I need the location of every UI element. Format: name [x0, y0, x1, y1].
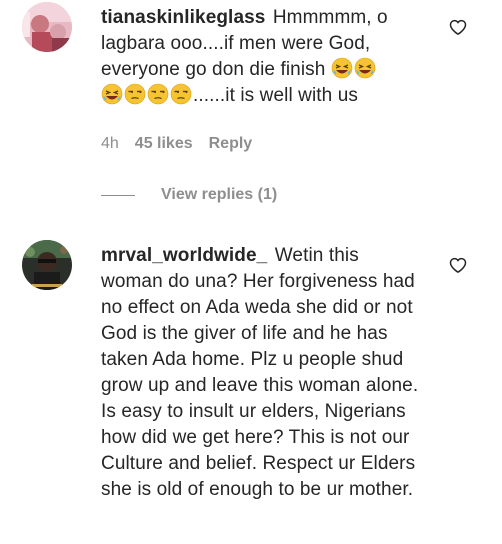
comment-meta: 4h 45 likes Reply — [101, 135, 252, 153]
comment-body: mrval_worldwide_ Wetin this woman do una… — [101, 243, 423, 503]
profile-photo-icon — [22, 240, 72, 290]
heart-outline-icon[interactable] — [448, 255, 468, 275]
emoji-unamused-face-icon — [170, 83, 193, 106]
comment-body: tianaskinlikeglass Hmmmmm, o lagbara ooo… — [101, 5, 431, 109]
heart-outline-icon[interactable] — [448, 17, 468, 37]
avatar[interactable] — [22, 240, 72, 290]
emoji-grinning-squinting-sweat-icon — [331, 57, 354, 80]
view-replies-button[interactable]: View replies (1) — [101, 186, 277, 204]
emoji-unamused-face-icon — [147, 83, 170, 106]
comment-timestamp[interactable]: 4h — [101, 135, 119, 153]
reply-button[interactable]: Reply — [209, 135, 253, 153]
avatar[interactable] — [22, 2, 72, 52]
profile-photo-icon — [22, 2, 72, 52]
view-replies-label: View replies (1) — [161, 186, 278, 203]
emoji-unamused-face-icon — [124, 83, 147, 106]
emoji-grinning-squinting-sweat-icon — [354, 57, 377, 80]
comment-item: tianaskinlikeglass Hmmmmm, o lagbara ooo… — [0, 0, 502, 215]
comment-text: Wetin this woman do una? Her forgiveness… — [101, 245, 419, 500]
view-replies-divider — [101, 194, 135, 196]
comment-item: mrval_worldwide_ Wetin this woman do una… — [0, 230, 502, 544]
likes-count[interactable]: 45 likes — [135, 135, 193, 153]
emoji-grinning-squinting-sweat-icon — [101, 83, 124, 106]
comment-text-tail: ......it is well with us — [193, 85, 358, 106]
comment-username[interactable]: mrval_worldwide_ — [101, 245, 267, 266]
comment-username[interactable]: tianaskinlikeglass — [101, 7, 265, 28]
